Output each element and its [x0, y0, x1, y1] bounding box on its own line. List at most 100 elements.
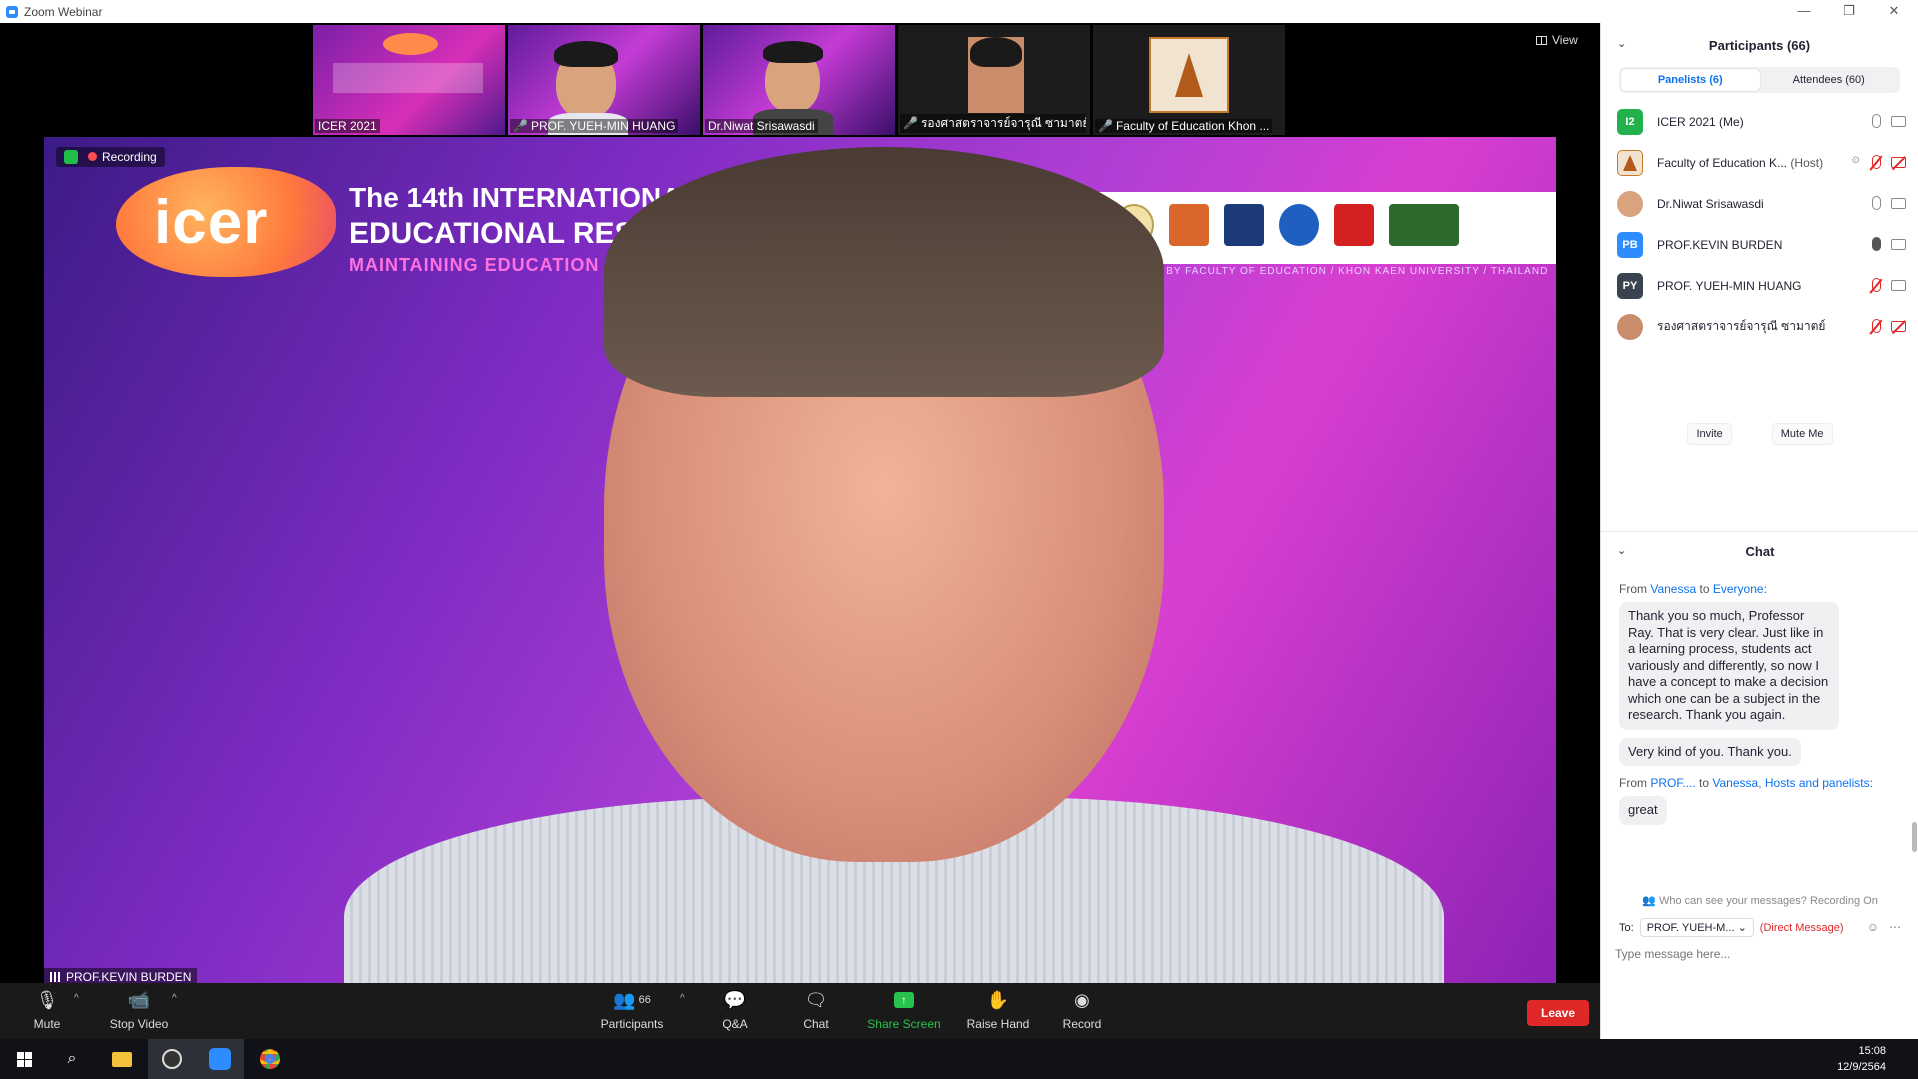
microphone-icon	[1872, 114, 1881, 128]
record-dot-icon	[88, 152, 97, 161]
participants-count: 66	[638, 994, 651, 1006]
thumbnail-label: 🎤 รองศาสตราจารย์จารุณี ซามาตย์	[900, 114, 1086, 133]
tab-panelists[interactable]: Panelists (6)	[1621, 69, 1760, 91]
signal-bars-icon	[50, 972, 62, 982]
chevron-down-icon: ⌄	[1737, 922, 1747, 934]
mute-button[interactable]: 🎙 Mute	[27, 989, 67, 1032]
chevron-down-icon[interactable]: ⌄	[1617, 37, 1626, 50]
leave-button[interactable]: Leave	[1527, 1000, 1589, 1026]
avatar: PY	[1617, 272, 1643, 299]
zoom-taskbar-icon[interactable]	[196, 1039, 244, 1079]
participant-row[interactable]: รองศาสตราจารย์จารุณี ซามาตย์	[1601, 306, 1918, 347]
grid-view-icon	[1536, 35, 1547, 45]
chat-message-input[interactable]	[1615, 942, 1905, 966]
file-explorer-icon[interactable]	[98, 1039, 146, 1079]
participants-tabs: Panelists (6) Attendees (60)	[1619, 67, 1900, 93]
main-speaker-video: icer The 14th INTERNATIONAL CO EDUCATION…	[44, 137, 1556, 987]
chat-bubble: Thank you so much, Professor Ray. That i…	[1619, 602, 1839, 730]
avatar	[1617, 313, 1643, 340]
chat-visibility-note[interactable]: 👥 Who can see your messages? Recording O…	[1601, 894, 1918, 907]
raise-hand-button[interactable]: ✋ Raise Hand	[965, 989, 1031, 1032]
avatar: I2	[1617, 108, 1643, 135]
participant-name: Dr.Niwat Srisawasdi	[1657, 196, 1764, 211]
more-options-icon[interactable]: ⋯	[1889, 920, 1901, 934]
participant-name: Faculty of Education K... (Host)	[1657, 155, 1824, 170]
participants-options-caret-icon[interactable]: ^	[680, 993, 685, 1004]
view-button[interactable]: View	[1536, 33, 1578, 47]
participant-name: ICER 2021 (Me)	[1657, 114, 1744, 129]
video-camera-icon	[1891, 198, 1906, 209]
windows-start-icon[interactable]	[0, 1039, 48, 1079]
participants-button[interactable]: 👥 66 Participants	[598, 989, 666, 1032]
video-camera-icon	[1891, 116, 1906, 127]
video-options-caret-icon[interactable]: ^	[172, 993, 177, 1004]
participant-name: PROF. YUEH-MIN HUANG	[1657, 278, 1802, 293]
chat-bubble: Very kind of you. Thank you.	[1619, 737, 1801, 766]
icer-logo-text: icer	[154, 188, 269, 257]
direct-message-label: (Direct Message)	[1759, 921, 1844, 934]
mic-off-icon: 🎤	[903, 116, 918, 130]
share-screen-icon: ↑	[894, 992, 914, 1008]
meeting-toolbar: 🎙 Mute ^ 📹 Stop Video ^ 👥 66 Participants…	[0, 983, 1600, 1039]
participant-row[interactable]: I2 ICER 2021 (Me)	[1601, 101, 1918, 142]
participant-name: PROF.KEVIN BURDEN	[1657, 237, 1783, 252]
recording-indicator: Recording	[56, 147, 165, 167]
participant-row[interactable]: PB PROF.KEVIN BURDEN	[1601, 224, 1918, 265]
participant-row[interactable]: PY PROF. YUEH-MIN HUANG	[1601, 265, 1918, 306]
system-clock[interactable]: 15:08 12/9/2564	[1837, 1043, 1886, 1075]
video-off-icon	[1891, 321, 1906, 332]
participant-name: รองศาสตราจารย์จารุณี ซามาตย์	[1657, 319, 1826, 333]
emoji-icon[interactable]: ☺	[1867, 920, 1879, 934]
qa-button[interactable]: 💬 Q&A	[715, 989, 755, 1032]
invite-button[interactable]: Invite	[1687, 423, 1732, 445]
chrome-icon[interactable]	[246, 1039, 294, 1079]
tab-attendees[interactable]: Attendees (60)	[1760, 69, 1899, 91]
microphone-muted-icon	[1872, 278, 1881, 292]
stop-video-button[interactable]: 📹 Stop Video	[106, 989, 172, 1032]
thumbnail-niwat-srisawasdi[interactable]: Dr.Niwat Srisawasdi	[703, 25, 895, 135]
record-button[interactable]: ◉ Record	[1060, 989, 1104, 1032]
participant-row[interactable]: Faculty of Education K... (Host) ⊙	[1601, 142, 1918, 183]
thumbnail-jarunee[interactable]: 🎤 รองศาสตราจารย์จารุณี ซามาตย์	[898, 25, 1090, 135]
chat-scrollbar[interactable]	[1912, 822, 1917, 852]
microphone-icon	[1872, 196, 1881, 210]
host-indicator-icon: ⊙	[1851, 155, 1860, 166]
chat-button[interactable]: 🗨 Chat	[796, 989, 836, 1032]
participants-icon: 👥	[613, 989, 636, 1010]
obs-icon[interactable]	[148, 1039, 196, 1079]
chat-bubble: great	[1619, 796, 1667, 825]
thumbnail-faculty-education[interactable]: 🎤 Faculty of Education Khon ...	[1093, 25, 1285, 135]
participants-list: I2 ICER 2021 (Me) Faculty of Education K…	[1601, 101, 1918, 347]
maximize-button[interactable]: ❐	[1827, 0, 1871, 23]
thumbnail-label: 🎤 PROF. YUEH-MIN HUANG	[510, 119, 679, 133]
thumbnail-label: 🎤 Faculty of Education Khon ...	[1095, 119, 1273, 133]
video-camera-icon	[1891, 239, 1906, 250]
share-screen-button[interactable]: ↑ Share Screen	[866, 989, 942, 1031]
microphone-icon: 🎙	[35, 989, 59, 1010]
sponsor-logo	[1334, 204, 1374, 246]
search-icon[interactable]: ⌕	[48, 1039, 96, 1079]
thumbnail-label: ICER 2021	[315, 119, 380, 133]
chat-messages: From Vanessa to Everyone: Thank you so m…	[1601, 572, 1918, 862]
thumbnail-strip: ICER 2021 🎤 PROF. YUEH-MIN HUANG Dr.Niwat…	[313, 25, 1285, 137]
video-stage: ICER 2021 🎤 PROF. YUEH-MIN HUANG Dr.Niwat…	[0, 23, 1600, 987]
close-button[interactable]: ✕	[1872, 0, 1916, 23]
participant-row[interactable]: Dr.Niwat Srisawasdi	[1601, 183, 1918, 224]
zoom-app-icon	[6, 5, 18, 18]
chat-icon: 🗨	[804, 989, 828, 1010]
chevron-down-icon[interactable]: ⌄	[1617, 544, 1626, 557]
avatar: PB	[1617, 231, 1643, 258]
poster-line-2: EDUCATIONAL RES	[349, 217, 635, 250]
avatar	[1617, 190, 1643, 217]
chat-recipient-row: To: PROF. YUEH-M... ⌄ (Direct Message)	[1619, 918, 1844, 937]
recipient-select[interactable]: PROF. YUEH-M... ⌄	[1639, 918, 1754, 937]
chat-tools: ☺ ⋯	[1867, 920, 1901, 934]
thumbnail-yueh-min-huang[interactable]: 🎤 PROF. YUEH-MIN HUANG	[508, 25, 700, 135]
mute-me-button[interactable]: Mute Me	[1771, 423, 1833, 445]
participant-actions: Invite Mute Me	[1601, 423, 1918, 445]
audio-options-caret-icon[interactable]: ^	[74, 993, 79, 1004]
sponsor-logo	[1279, 204, 1319, 246]
minimize-button[interactable]: —	[1782, 0, 1826, 23]
chat-section: ⌄ Chat From Vanessa to Everyone: Thank y…	[1601, 531, 1918, 1039]
thumbnail-icer-2021[interactable]: ICER 2021	[313, 25, 505, 135]
